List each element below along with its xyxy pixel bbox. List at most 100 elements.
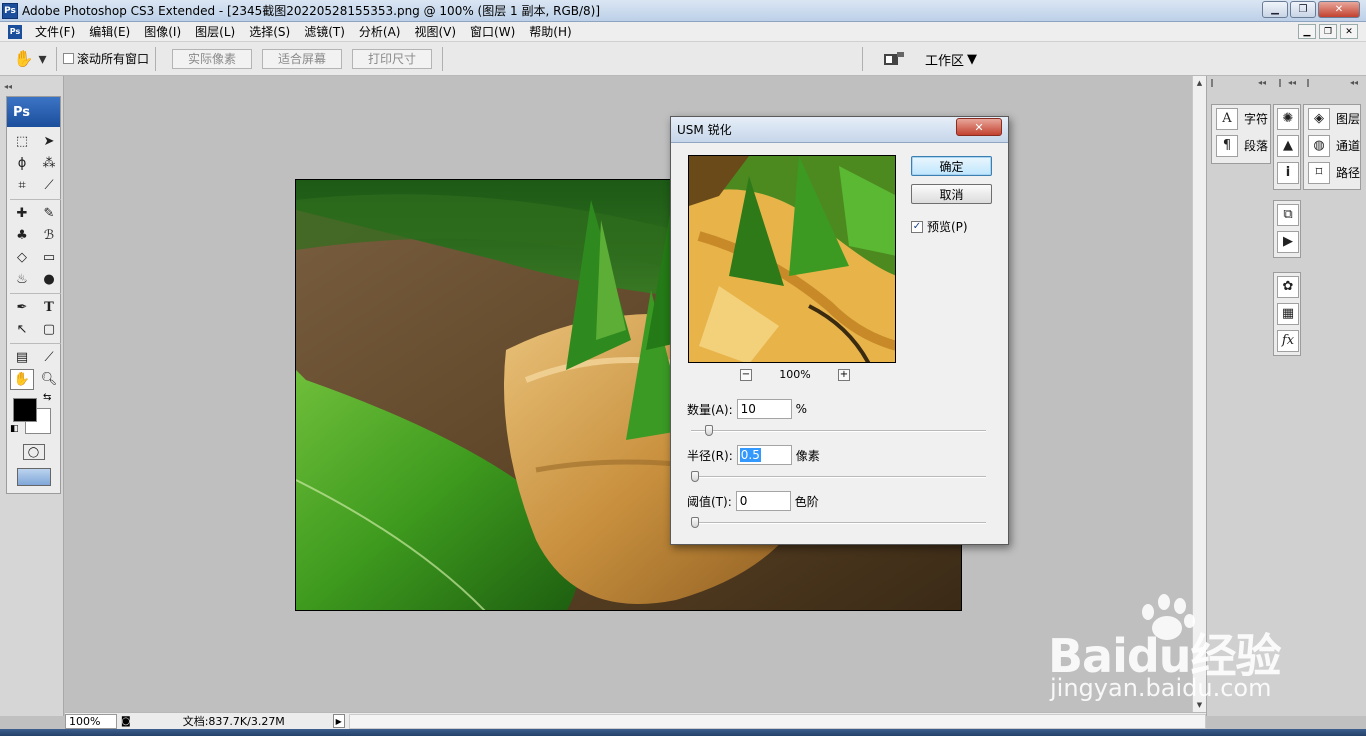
panel-grip-icon[interactable]: ‖ <box>1210 78 1214 87</box>
restore-icon[interactable]: ❐ <box>1290 1 1316 18</box>
panel-row-fx[interactable]: fx <box>1274 327 1300 354</box>
collapse-arrows-icon[interactable]: ◂◂ <box>1288 78 1296 87</box>
channels-icon: ◍ <box>1308 134 1330 157</box>
doc-restore-icon[interactable]: ❐ <box>1319 24 1337 39</box>
panel-row-channels[interactable]: ◍ 通道 <box>1304 132 1360 159</box>
collapse-arrows-icon[interactable]: ◂◂ <box>4 82 60 94</box>
eyedropper-icon[interactable]: ⟋ <box>37 347 61 368</box>
threshold-slider-thumb[interactable] <box>691 517 699 528</box>
menu-layer[interactable]: 图层(L) <box>188 23 242 40</box>
history-brush-icon[interactable]: ℬ <box>37 225 61 246</box>
doc-minimize-icon[interactable]: ▁ <box>1298 24 1316 39</box>
bridge-icon[interactable] <box>879 48 909 70</box>
ok-button[interactable]: 确定 <box>911 156 992 176</box>
panel-row-histogram[interactable]: ▲ <box>1274 132 1300 159</box>
menu-window[interactable]: 窗口(W) <box>463 23 522 40</box>
move-tool-icon[interactable]: ➤ <box>37 131 61 152</box>
panel-row-layers[interactable]: ◈ 图层 <box>1304 105 1360 132</box>
scroll-up-icon[interactable]: ▲ <box>1193 76 1206 90</box>
panel-row-styles[interactable]: ▦ <box>1274 300 1300 327</box>
panel-grip-icon[interactable]: ‖ <box>1306 78 1310 87</box>
blur-tool-icon[interactable]: ♨ <box>10 269 34 290</box>
scroll-down-icon[interactable]: ▼ <box>1193 698 1206 712</box>
path-selection-icon[interactable]: ↖ <box>10 319 34 340</box>
default-colors-icon[interactable]: ◧ <box>10 424 19 434</box>
color-swatches: ⇆ ◧ <box>7 392 60 440</box>
screen-mode-icon[interactable] <box>16 468 51 486</box>
collapse-arrows-icon[interactable]: ◂◂ <box>1350 78 1358 87</box>
magic-wand-icon[interactable]: ⁂ <box>37 153 61 174</box>
crop-tool-icon[interactable]: ⌗ <box>10 175 34 196</box>
hand-tool-icon[interactable]: ✋ <box>10 369 34 390</box>
clone-stamp-icon[interactable]: ♣ <box>10 225 34 246</box>
panel-row-character[interactable]: A 字符 <box>1212 105 1270 132</box>
dodge-tool-icon[interactable]: ● <box>37 269 61 290</box>
panel-grip-icon[interactable]: ‖ <box>1278 78 1282 87</box>
swap-colors-icon[interactable]: ⇆ <box>43 392 51 403</box>
eraser-tool-icon[interactable]: ◇ <box>10 247 34 268</box>
status-menu-arrow-icon[interactable]: ▶ <box>332 714 345 728</box>
foreground-color-swatch[interactable] <box>13 398 37 422</box>
zoom-level-field[interactable]: 100% <box>65 713 117 729</box>
scroll-all-windows-checkbox[interactable]: 滚动所有窗口 <box>63 50 149 67</box>
healing-brush-icon[interactable]: ✚ <box>10 203 34 224</box>
lasso-tool-icon[interactable]: ϕ <box>10 153 34 174</box>
panel-row-paragraph[interactable]: ¶ 段落 <box>1212 132 1270 159</box>
dialog-close-icon[interactable]: ✕ <box>956 118 1002 136</box>
notes-tool-icon[interactable]: ▤ <box>10 347 34 368</box>
panel-row-info[interactable]: i <box>1274 159 1300 186</box>
brush-tool-icon[interactable]: ✎ <box>37 203 61 224</box>
histogram-icon: ▲ <box>1277 134 1299 157</box>
threshold-slider[interactable] <box>691 517 986 528</box>
radius-slider-thumb[interactable] <box>691 471 699 482</box>
checkbox-checked-icon[interactable]: ✓ <box>911 220 923 233</box>
status-info-icon[interactable]: ◙ <box>121 716 131 727</box>
zoom-in-icon[interactable]: + <box>837 368 850 381</box>
menu-filter[interactable]: 滤镜(T) <box>297 23 352 40</box>
horizontal-scrollbar[interactable] <box>348 713 1206 729</box>
menu-select[interactable]: 选择(S) <box>242 23 297 40</box>
panel-row-paths[interactable]: ⌑ 路径 <box>1304 159 1360 186</box>
panel-row-actions[interactable]: ▶ <box>1274 228 1300 255</box>
vertical-scrollbar[interactable]: ▲ ▼ <box>1192 76 1206 712</box>
separator <box>862 47 863 71</box>
type-tool-icon[interactable]: T <box>37 297 61 318</box>
zoom-out-icon[interactable]: − <box>740 368 752 381</box>
filter-preview[interactable] <box>688 155 896 363</box>
doc-close-icon[interactable]: ✕ <box>1340 24 1358 39</box>
menu-view[interactable]: 视图(V) <box>407 23 463 40</box>
radius-row: 半径(R): 0.5 像素 <box>687 445 820 465</box>
close-icon[interactable]: ✕ <box>1318 1 1360 18</box>
radius-slider[interactable] <box>691 471 986 482</box>
cancel-button[interactable]: 取消 <box>911 184 992 204</box>
actual-pixels-button[interactable]: 实际像素 <box>172 48 253 69</box>
menu-file[interactable]: 文件(F) <box>28 23 82 40</box>
threshold-input[interactable] <box>735 491 791 511</box>
menu-edit[interactable]: 编辑(E) <box>82 23 137 40</box>
pen-tool-icon[interactable]: ✒ <box>10 297 34 318</box>
marquee-tool-icon[interactable]: ⬚ <box>10 131 34 152</box>
preview-checkbox[interactable]: ✓ 预览(P) <box>911 218 968 235</box>
hand-icon[interactable]: ✋ ▾ <box>10 46 50 72</box>
panel-row-swatches[interactable]: ✿ <box>1274 273 1300 300</box>
gradient-tool-icon[interactable]: ▭ <box>37 247 61 268</box>
print-size-button[interactable]: 打印尺寸 <box>352 48 433 69</box>
amount-input[interactable] <box>736 399 792 419</box>
zoom-tool-icon[interactable]: 🔍︎ <box>37 369 61 390</box>
checkbox-box[interactable] <box>63 53 74 64</box>
fit-screen-button[interactable]: 适合屏幕 <box>262 48 343 69</box>
quick-mask-icon[interactable]: ◯ <box>22 444 45 460</box>
panel-row-navigator[interactable]: ✺ <box>1274 105 1300 132</box>
panel-row-history[interactable]: ⧉ <box>1274 201 1300 228</box>
minimize-icon[interactable]: ▁ <box>1262 1 1288 18</box>
collapse-arrows-icon[interactable]: ◂◂ <box>1258 78 1266 87</box>
menu-help[interactable]: 帮助(H) <box>522 23 578 40</box>
workspace-menu[interactable]: 工作区 ▼ <box>925 50 977 69</box>
menu-analysis[interactable]: 分析(A) <box>352 23 408 40</box>
document-icon[interactable]: Ps <box>8 24 22 39</box>
amount-slider[interactable] <box>691 425 986 436</box>
menu-image[interactable]: 图像(I) <box>137 23 188 40</box>
slice-tool-icon[interactable]: ⟋ <box>37 175 61 196</box>
shape-tool-icon[interactable]: ▢ <box>37 319 61 340</box>
amount-slider-thumb[interactable] <box>705 425 713 436</box>
